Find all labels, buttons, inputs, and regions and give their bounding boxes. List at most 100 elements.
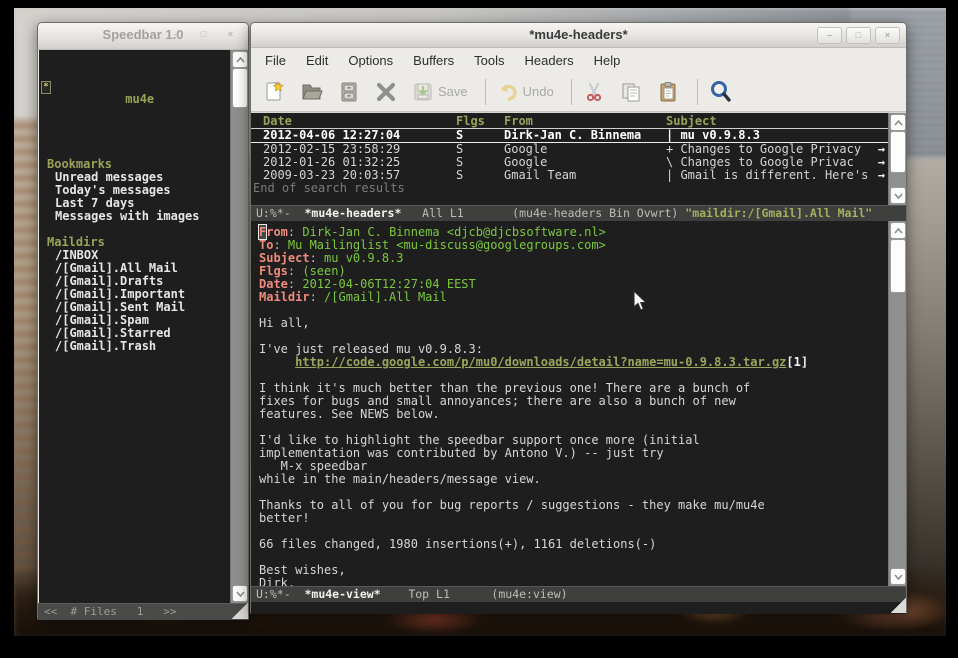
speedbar-sections: BookmarksUnread messagesToday's messages… [39, 158, 230, 366]
save-label: Save [438, 84, 468, 99]
speedbar-modeline: << # Files 1 >> [38, 603, 248, 620]
copy-icon [619, 80, 643, 104]
search-icon [708, 79, 734, 105]
new-file-icon [263, 80, 287, 104]
cell: S [456, 169, 463, 182]
speedbar-root-node[interactable]: *mu4e [39, 80, 230, 93]
close-icon[interactable]: × [219, 27, 242, 42]
cell: Gmail Team [504, 169, 576, 182]
maximize-icon[interactable]: □ [192, 27, 215, 42]
menu-options[interactable]: Options [338, 51, 403, 70]
headers-rows: 2012-04-06 12:27:04SDirk-Jan C. Binnema|… [251, 129, 888, 182]
close-x-icon [374, 80, 398, 104]
body-line: Hi all, [259, 317, 888, 330]
blank-line [259, 304, 888, 317]
cut-button[interactable] [582, 80, 606, 104]
menu-file[interactable]: File [255, 51, 296, 70]
speedbar-root-label: mu4e [125, 92, 154, 106]
field-label: Maildir [259, 290, 310, 304]
undo-button[interactable]: Undo [496, 80, 554, 104]
screenshot-frame: Speedbar 1.0 – □ × *mu4e BookmarksUnread… [0, 0, 958, 658]
menu-headers[interactable]: Headers [514, 51, 583, 70]
headers-list: DateFlgsFromSubject 2012-04-06 12:27:04S… [251, 115, 888, 195]
copy-button[interactable] [619, 80, 643, 104]
kill-buffer-button[interactable] [374, 80, 398, 104]
window-controls: – □ × [817, 27, 900, 44]
speedbar-scrollbar[interactable] [230, 50, 248, 603]
scroll-down-icon[interactable] [232, 585, 248, 602]
menu-edit[interactable]: Edit [296, 51, 338, 70]
field-value: (seen) [302, 264, 345, 278]
paste-button[interactable] [656, 80, 680, 104]
main-titlebar[interactable]: *mu4e-headers* – □ × [251, 23, 906, 48]
expand-star-icon[interactable]: * [41, 81, 51, 94]
dired-button[interactable] [337, 80, 361, 104]
field-label: Subject [259, 251, 310, 265]
menu-tools[interactable]: Tools [464, 51, 514, 70]
cell: 2012-04-06 12:27:04 [263, 129, 400, 142]
download-link[interactable]: http://code.google.com/p/mu0/downloads/d… [295, 355, 786, 369]
menu-help[interactable]: Help [584, 51, 631, 70]
window-title: *mu4e-headers* [251, 27, 906, 42]
search-button[interactable] [708, 79, 734, 105]
minimize-icon[interactable]: – [165, 27, 188, 42]
view-modeline: U:%*- *mu4e-view* Top L1 (mu4e:view) [251, 586, 906, 602]
speedbar-content: *mu4e BookmarksUnread messagesToday's me… [39, 50, 230, 603]
spacer [39, 353, 230, 366]
scrollbar-thumb[interactable] [890, 131, 906, 173]
body-line: http://code.google.com/p/mu0/downloads/d… [259, 356, 888, 369]
scroll-up-icon[interactable] [890, 114, 906, 131]
open-file-button[interactable] [300, 80, 324, 104]
message-row[interactable]: 2009-03-23 20:03:57SGmail Team| Gmail is… [251, 169, 888, 182]
toolbar: Save Undo [251, 72, 906, 112]
field-label: Flgs [259, 264, 288, 278]
view-fields: From: Dirk-Jan C. Binnema <djcb@djcbsoft… [259, 226, 888, 304]
maximize-icon[interactable]: □ [846, 27, 871, 44]
field-value: mu v0.9.8.3 [324, 251, 403, 265]
scrollbar-thumb[interactable] [232, 68, 248, 108]
message-row[interactable]: 2012-04-06 12:27:04SDirk-Jan C. Binnema|… [251, 129, 888, 143]
mu4e-window: *mu4e-headers* – □ × FileEditOptionsBuff… [250, 22, 907, 614]
toolbar-separator [571, 79, 572, 105]
speedbar-item[interactable]: /[Gmail].Trash [39, 340, 230, 353]
resize-grip[interactable] [232, 603, 248, 619]
headers-pane: DateFlgsFromSubject 2012-04-06 12:27:04S… [251, 112, 906, 205]
menu-bar: FileEditOptionsBuffersToolsHeadersHelp [251, 48, 906, 72]
scrollbar-thumb[interactable] [890, 239, 906, 293]
minibuffer[interactable] [251, 602, 906, 614]
speedbar-item[interactable]: Messages with images [39, 210, 230, 223]
file-cabinet-icon [337, 80, 361, 104]
mouse-cursor [633, 290, 649, 312]
cell: Dirk-Jan C. Binnema [504, 129, 641, 142]
open-folder-icon [300, 80, 324, 104]
scroll-down-icon[interactable] [890, 568, 906, 585]
speedbar-window: Speedbar 1.0 – □ × *mu4e BookmarksUnread… [37, 22, 249, 620]
speedbar-titlebar[interactable]: Speedbar 1.0 – □ × [38, 23, 248, 50]
column-header: Date [263, 115, 292, 128]
scroll-up-icon[interactable] [232, 51, 248, 68]
undo-label: Undo [523, 84, 554, 99]
close-icon[interactable]: × [875, 27, 900, 44]
scroll-up-icon[interactable] [890, 222, 906, 239]
truncation-arrow-icon: → [878, 169, 885, 182]
scissors-icon [582, 80, 606, 104]
resize-grip[interactable] [891, 598, 906, 613]
field-label: From [259, 225, 288, 239]
save-button[interactable]: Save [411, 80, 468, 104]
new-file-button[interactable] [263, 80, 287, 104]
cell: S [456, 129, 463, 142]
speedbar-window-controls: – □ × [165, 27, 242, 42]
headers-columns: DateFlgsFromSubject [251, 115, 888, 129]
menu-buffers[interactable]: Buffers [403, 51, 464, 70]
body-line: while in the main/headers/message view. [259, 473, 888, 486]
column-header: Flgs [456, 115, 485, 128]
spacer [39, 119, 230, 132]
end-of-results: End of search results [251, 182, 888, 195]
footnote-ref: [1] [786, 355, 808, 369]
minimize-icon[interactable]: – [817, 27, 842, 44]
scroll-down-icon[interactable] [890, 187, 906, 204]
headers-scrollbar[interactable] [888, 113, 906, 205]
view-field: Subject: mu v0.9.8.3 [259, 252, 888, 265]
view-body: Hi all, I've just released mu v0.9.8.3: … [259, 317, 888, 586]
view-scrollbar[interactable] [888, 221, 906, 586]
